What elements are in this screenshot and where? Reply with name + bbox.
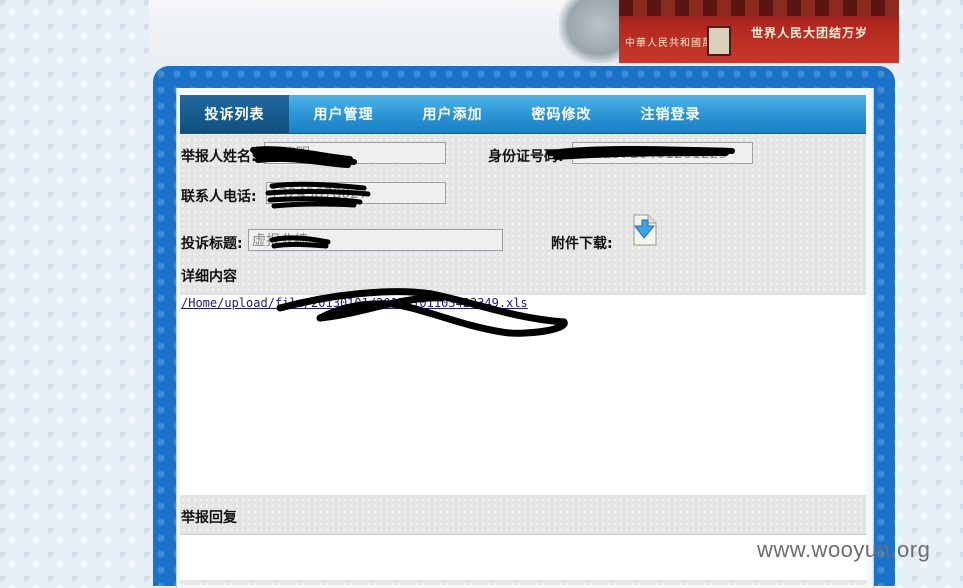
tab-user-management[interactable]: 用户管理 bbox=[289, 95, 398, 133]
banner-slogan-right: 世界人民大团结万岁 bbox=[751, 26, 869, 40]
header-banner: 中華人民共和國萬歲 世界人民大团结万岁 bbox=[149, 0, 899, 63]
phone-label: 联系人电话: bbox=[181, 189, 257, 205]
tab-add-user[interactable]: 用户添加 bbox=[398, 95, 507, 133]
reporter-name-label: 举报人姓名: bbox=[181, 149, 257, 165]
redaction-scribble bbox=[250, 146, 357, 168]
tiananmen-gate-image: 中華人民共和國萬歲 世界人民大团结万岁 bbox=[619, 0, 899, 63]
attachment-label: 附件下载: bbox=[551, 236, 613, 252]
tab-change-password[interactable]: 密码修改 bbox=[507, 95, 616, 133]
redaction-scribble bbox=[547, 146, 735, 160]
tab-logout[interactable]: 注销登录 bbox=[616, 95, 725, 133]
nav-tab-bar: 投诉列表 用户管理 用户添加 密码修改 注销登录 bbox=[180, 95, 866, 134]
watermark-text: www.wooyun.org bbox=[757, 537, 931, 562]
redaction-scribble bbox=[276, 288, 568, 337]
reply-label: 举报回复 bbox=[181, 510, 237, 526]
tab-complaint-list[interactable]: 投诉列表 bbox=[180, 95, 289, 133]
detail-content-label: 详细内容 bbox=[181, 269, 237, 285]
download-icon[interactable] bbox=[628, 214, 658, 246]
portrait-image bbox=[707, 26, 731, 56]
gate-roof bbox=[619, 0, 899, 16]
complaint-title-label: 投诉标题: bbox=[181, 236, 243, 252]
redaction-scribble bbox=[265, 181, 371, 209]
redaction-scribble bbox=[269, 235, 331, 249]
